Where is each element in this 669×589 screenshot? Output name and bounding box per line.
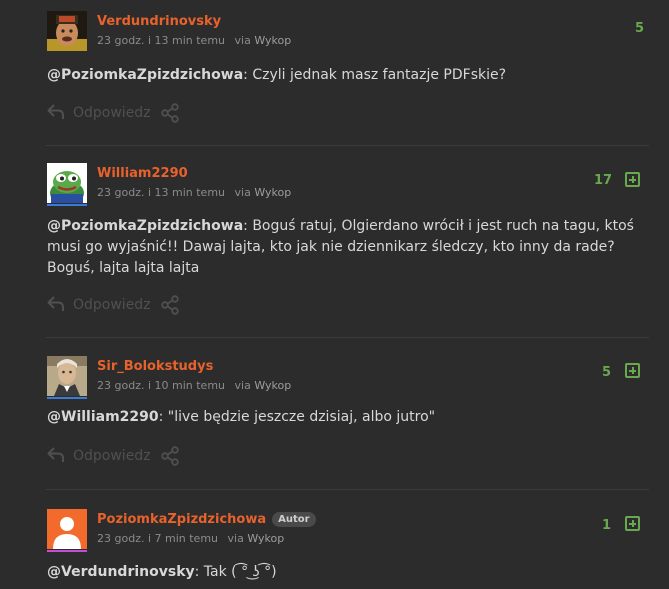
avatar[interactable] xyxy=(47,11,87,51)
avatar-color-line xyxy=(47,550,87,552)
via-prefix: via xyxy=(227,532,244,545)
avatar[interactable] xyxy=(47,356,87,396)
comment-meta: 23 godz. i 13 min temu via Wykop xyxy=(97,186,291,199)
vote-count: 5 xyxy=(602,365,612,380)
via-source: via Wykop xyxy=(235,186,292,199)
via-source-name[interactable]: Wykop xyxy=(254,186,291,199)
share-icon[interactable] xyxy=(160,446,180,466)
user-avatar-icon xyxy=(47,11,87,51)
via-source: via Wykop xyxy=(235,379,292,392)
user-avatar-icon xyxy=(47,356,87,396)
via-source-name[interactable]: Wykop xyxy=(247,532,284,545)
user-mention[interactable]: @Verdundrinovsky xyxy=(47,564,195,580)
username[interactable]: William2290 xyxy=(97,166,188,181)
via-source-name[interactable]: Wykop xyxy=(254,379,291,392)
comment-content: : Czyli jednak masz fantazje PDFskie? xyxy=(243,67,507,83)
reply-button[interactable]: Odpowiedz xyxy=(73,105,151,121)
comment-content: : "live będzie jeszcze dzisiaj, albo jut… xyxy=(158,409,436,425)
vote-count: 1 xyxy=(602,518,612,533)
via-prefix: via xyxy=(234,186,251,199)
reply-icon[interactable] xyxy=(47,295,65,313)
timestamp: 23 godz. i 13 min temu xyxy=(97,34,226,47)
username: PoziomkaZpizdzichowa Autor xyxy=(97,512,316,527)
comment-item: Sir_Bolokstudys 23 godz. i 10 min temu v… xyxy=(46,356,649,471)
comment-meta: 23 godz. i 13 min temu via Wykop xyxy=(97,34,291,47)
via-prefix: via xyxy=(234,34,251,47)
share-icon[interactable] xyxy=(160,103,180,123)
reply-button[interactable]: Odpowiedz xyxy=(73,448,151,464)
plus-button[interactable] xyxy=(625,516,640,531)
comment-text: @Verdundrinovsky: Tak ( ͡° ͜ʖ ͡°) xyxy=(47,562,277,583)
comment-item: William2290 23 godz. i 13 min temu via W… xyxy=(46,163,649,318)
comment-actions: Odpowiedz xyxy=(46,295,186,315)
user-avatar-icon xyxy=(47,163,87,203)
comment-text: @PoziomkaZpizdzichowa: Boguś ratuj, Olgi… xyxy=(47,216,647,279)
avatar-color-line xyxy=(47,204,87,206)
reply-icon[interactable] xyxy=(47,103,65,121)
vote-count: 17 xyxy=(594,173,613,188)
share-icon[interactable] xyxy=(160,295,180,315)
avatar-color-line xyxy=(47,397,87,399)
default-avatar-icon xyxy=(47,509,87,549)
user-mention[interactable]: @PoziomkaZpizdzichowa xyxy=(47,218,243,234)
via-source-name[interactable]: Wykop xyxy=(254,34,291,47)
comment-actions: Odpowiedz xyxy=(46,446,186,466)
comment-divider xyxy=(46,145,649,146)
timestamp: 23 godz. i 7 min temu xyxy=(97,532,219,545)
comment-content: : Tak ( ͡° ͜ʖ ͡°) xyxy=(194,564,277,580)
comment-text: @William2290: "live będzie jeszcze dzisi… xyxy=(47,407,435,428)
username-link[interactable]: PoziomkaZpizdzichowa xyxy=(97,512,266,527)
comment-item: Verdundrinovsky 23 godz. i 13 min temu v… xyxy=(46,11,649,126)
user-mention[interactable]: @William2290 xyxy=(47,409,159,425)
user-mention[interactable]: @PoziomkaZpizdzichowa xyxy=(47,67,243,83)
author-badge: Autor xyxy=(272,512,316,527)
via-source: via Wykop xyxy=(235,34,292,47)
comment-item: PoziomkaZpizdzichowa Autor 23 godz. i 7 m… xyxy=(46,509,649,589)
comment-actions: Odpowiedz xyxy=(46,103,186,123)
comment-divider xyxy=(46,337,649,338)
reply-icon[interactable] xyxy=(47,446,65,464)
comment-divider xyxy=(46,489,649,490)
avatar[interactable] xyxy=(47,163,87,203)
comment-text: @PoziomkaZpizdzichowa: Czyli jednak masz… xyxy=(47,65,506,86)
vote-count: 5 xyxy=(635,21,645,36)
comment-meta: 23 godz. i 10 min temu via Wykop xyxy=(97,379,291,392)
reply-button[interactable]: Odpowiedz xyxy=(73,297,151,313)
via-prefix: via xyxy=(234,379,251,392)
timestamp: 23 godz. i 13 min temu xyxy=(97,186,226,199)
plus-button[interactable] xyxy=(625,172,640,187)
comment-meta: 23 godz. i 7 min temu via Wykop xyxy=(97,532,284,545)
timestamp: 23 godz. i 10 min temu xyxy=(97,379,226,392)
plus-button[interactable] xyxy=(625,363,640,378)
username[interactable]: Sir_Bolokstudys xyxy=(97,359,213,374)
avatar[interactable] xyxy=(47,509,87,549)
username[interactable]: Verdundrinovsky xyxy=(97,14,221,29)
via-source: via Wykop xyxy=(228,532,285,545)
